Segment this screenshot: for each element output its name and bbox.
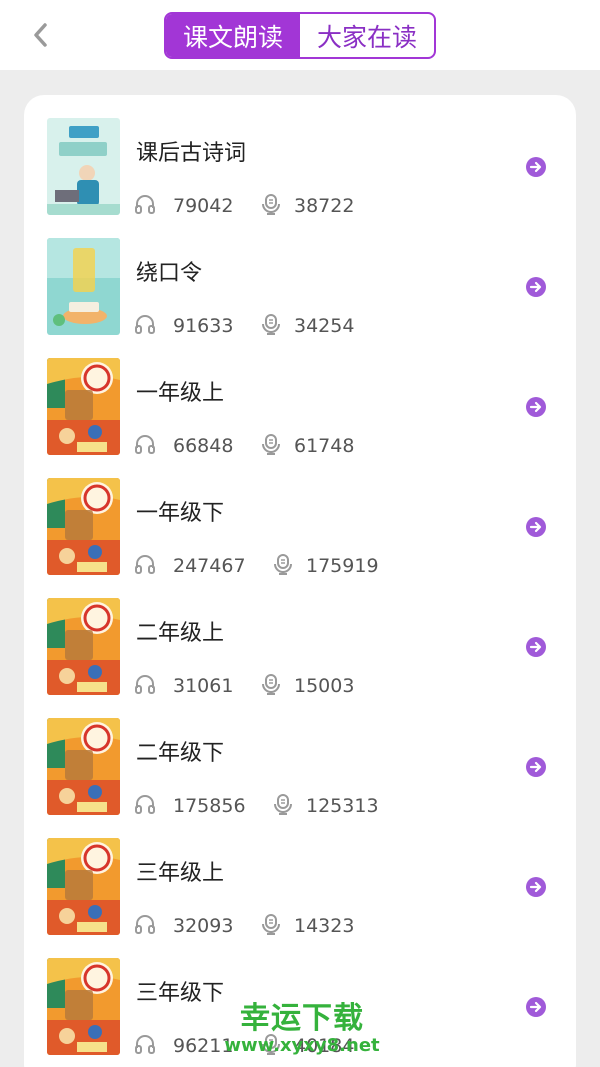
- arrow-right-circle-icon[interactable]: [526, 277, 546, 297]
- book-cover: [47, 358, 120, 455]
- listen-count: 247467: [173, 555, 246, 577]
- book-row[interactable]: 一年级下 247467 175919: [24, 455, 576, 577]
- microphone-icon: [272, 793, 294, 815]
- arrow-right-circle-icon[interactable]: [526, 157, 546, 177]
- book-cover: [47, 118, 120, 215]
- back-button[interactable]: [26, 20, 54, 50]
- arrow-right-circle-icon[interactable]: [526, 997, 546, 1017]
- book-cover: [47, 478, 120, 575]
- book-title: 三年级上: [136, 861, 225, 886]
- book-title: 三年级下: [136, 981, 225, 1006]
- book-row[interactable]: 三年级上 32093 14323: [24, 815, 576, 937]
- arrow-right-circle-icon[interactable]: [526, 877, 546, 897]
- listen-count: 66848: [173, 435, 234, 457]
- tab-everyone-reading[interactable]: 大家在读: [300, 14, 434, 57]
- listen-count: 32093: [173, 915, 234, 937]
- listen-count: 31061: [173, 675, 234, 697]
- microphone-icon: [260, 673, 282, 695]
- recording-count: 38722: [294, 195, 355, 217]
- book-cover: [47, 718, 120, 815]
- tab-switcher: 课文朗读 大家在读: [164, 12, 436, 59]
- book-list: 课后古诗词 79042 38722 绕口令 91633 34254 一年级上 66848 617…: [24, 95, 576, 1067]
- book-title: 一年级上: [136, 381, 225, 406]
- top-bar: 课文朗读 大家在读: [0, 0, 600, 70]
- book-row[interactable]: 课后古诗词 79042 38722: [24, 95, 576, 217]
- microphone-icon: [260, 913, 282, 935]
- book-title: 二年级下: [136, 741, 225, 766]
- watermark-url: www.xyxy8.net: [224, 1035, 380, 1056]
- microphone-icon: [272, 553, 294, 575]
- book-row[interactable]: 二年级上 31061 15003: [24, 575, 576, 697]
- headphones-icon: [134, 673, 156, 695]
- book-title: 绕口令: [136, 261, 203, 286]
- arrow-right-circle-icon[interactable]: [526, 397, 546, 417]
- book-title: 一年级下: [136, 501, 225, 526]
- arrow-right-circle-icon[interactable]: [526, 757, 546, 777]
- recording-count: 125313: [306, 795, 379, 817]
- microphone-icon: [260, 193, 282, 215]
- arrow-right-circle-icon[interactable]: [526, 637, 546, 657]
- recording-count: 34254: [294, 315, 355, 337]
- recording-count: 15003: [294, 675, 355, 697]
- headphones-icon: [134, 1033, 156, 1055]
- recording-count: 14323: [294, 915, 355, 937]
- arrow-right-circle-icon[interactable]: [526, 517, 546, 537]
- microphone-icon: [260, 433, 282, 455]
- book-cover: [47, 838, 120, 935]
- headphones-icon: [134, 313, 156, 335]
- headphones-icon: [134, 913, 156, 935]
- tab-text-reading[interactable]: 课文朗读: [166, 14, 300, 57]
- book-row[interactable]: 绕口令 91633 34254: [24, 215, 576, 337]
- headphones-icon: [134, 193, 156, 215]
- listen-count: 79042: [173, 195, 234, 217]
- microphone-icon: [260, 313, 282, 335]
- book-cover: [47, 958, 120, 1055]
- headphones-icon: [134, 433, 156, 455]
- recording-count: 175919: [306, 555, 379, 577]
- headphones-icon: [134, 553, 156, 575]
- recording-count: 61748: [294, 435, 355, 457]
- listen-count: 175856: [173, 795, 246, 817]
- listen-count: 91633: [173, 315, 234, 337]
- book-row[interactable]: 一年级上 66848 61748: [24, 335, 576, 457]
- book-cover: [47, 238, 120, 335]
- watermark: 幸运下载 www.xyxy8.net: [222, 1003, 382, 1057]
- book-row[interactable]: 二年级下 175856 125313: [24, 695, 576, 817]
- watermark-title: 幸运下载: [240, 1001, 364, 1036]
- book-title: 二年级上: [136, 621, 225, 646]
- chevron-left-icon: [34, 23, 47, 47]
- book-title: 课后古诗词: [136, 141, 247, 166]
- book-cover: [47, 598, 120, 695]
- headphones-icon: [134, 793, 156, 815]
